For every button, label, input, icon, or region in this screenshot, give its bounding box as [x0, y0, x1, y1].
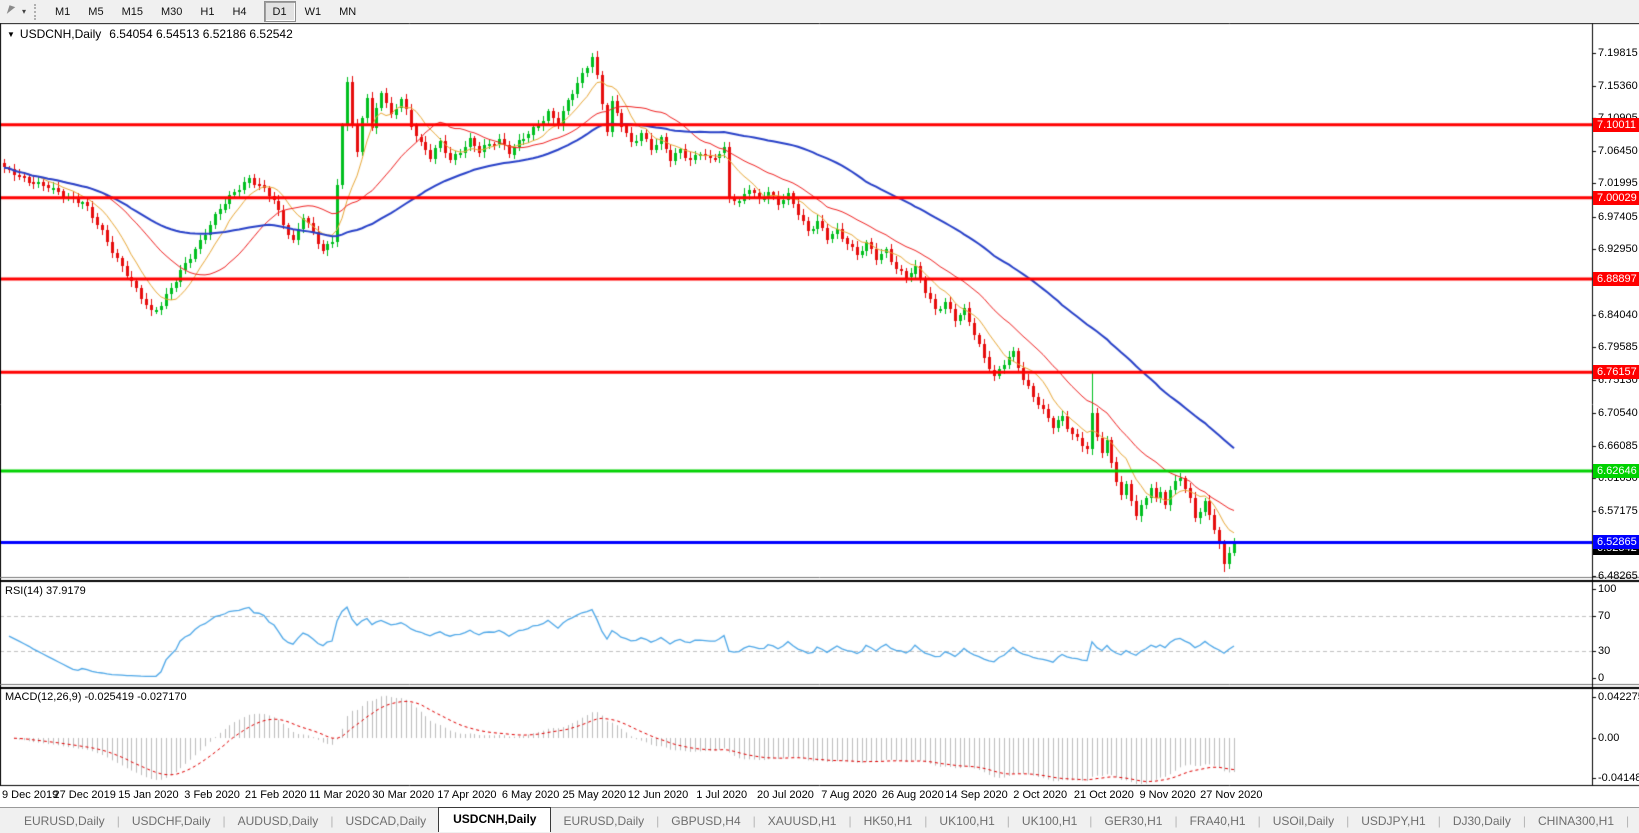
date-tick-label: 2 Oct 2020 [1013, 789, 1068, 801]
macd-panel-label: MACD(12,26,9) -0.025419 -0.027170 [5, 691, 187, 703]
date-tick-label: 27 Nov 2020 [1200, 789, 1263, 801]
timeframe-button-m5[interactable]: M5 [79, 1, 112, 22]
symbol-tab-usoil-h1[interactable]: USOil,H1 [1629, 810, 1639, 832]
symbol-tab-usdcad-daily[interactable]: USDCAD,Daily [333, 810, 438, 832]
date-tick-label: 21 Oct 2020 [1073, 789, 1134, 801]
date-tick-label: 20 Jul 2020 [756, 789, 814, 801]
date-tick-label: 1 Jul 2020 [696, 789, 748, 801]
symbol-tab-bar: EURUSD,Daily | USDCHF,Daily | AUDUSD,Daily | U… [0, 807, 1639, 833]
price-tick-label: 7.06450 [1598, 144, 1638, 157]
date-tick-label: 11 Mar 2020 [309, 789, 370, 801]
rsi-name: RSI(14) [5, 585, 43, 597]
timeframe-button-h4[interactable]: H4 [223, 1, 255, 22]
price-tick-label: 6.79585 [1598, 341, 1638, 354]
symbol-tab-xauusd-h1[interactable]: XAUUSD,H1 [756, 810, 849, 832]
symbol-tab-dj30-daily[interactable]: DJ30,Daily [1441, 810, 1523, 832]
rsi-panel-label: RSI(14) 37.9179 [5, 585, 86, 597]
hline-price-chip: 7.00029 [1593, 190, 1639, 205]
timeframe-button-w1[interactable]: W1 [296, 1, 331, 22]
timeframe-button-h1[interactable]: H1 [191, 1, 223, 22]
chart-ohlc-values: 6.54054 6.54513 6.52186 6.52542 [109, 27, 293, 41]
chart-title: ▼ USDCNH,Daily 6.54054 6.54513 6.52186 6.5… [7, 27, 293, 41]
symbol-tab-fra40-h1[interactable]: FRA40,H1 [1178, 810, 1258, 832]
symbol-tab-gbpusd-h4[interactable]: GBPUSD,H4 [659, 810, 752, 832]
date-tick-label: 26 Aug 2020 [881, 789, 944, 801]
rsi-tick-label: 70 [1598, 609, 1611, 622]
date-tick-label: 17 Apr 2020 [437, 789, 497, 801]
timeframe-button-d1[interactable]: D1 [263, 1, 296, 22]
date-tick-label: 30 Mar 2020 [372, 789, 435, 801]
symbol-tab-usdcnh-daily[interactable]: USDCNH,Daily [438, 807, 552, 832]
macd-tick-label: 0.00 [1598, 732, 1620, 744]
price-tick-label: 6.92950 [1598, 243, 1638, 256]
symbol-tab-uk100-h1[interactable]: UK100,H1 [927, 810, 1006, 832]
symbol-tab-uk100-h1[interactable]: UK100,H1 [1010, 810, 1089, 832]
symbol-tab-eurusd-daily[interactable]: EURUSD,Daily [12, 810, 117, 832]
price-tick-label: 6.84040 [1598, 308, 1638, 321]
price-tick-label: 7.15360 [1598, 79, 1638, 92]
macd-name: MACD(12,26,9) [5, 691, 82, 703]
hline-price-chip: 6.88897 [1593, 272, 1639, 286]
rsi-tick-label: 0 [1598, 672, 1605, 684]
cursor-tool-icon[interactable] [6, 4, 20, 19]
symbol-tab-china300-h1[interactable]: CHINA300,H1 [1526, 810, 1626, 832]
hline-price-chip: 6.76157 [1593, 365, 1639, 380]
hline-price-chip: 6.52865 [1593, 535, 1639, 550]
price-tick-label: 6.66085 [1598, 439, 1638, 452]
date-tick-label: 9 Nov 2020 [1139, 789, 1196, 801]
symbol-tab-usdjpy-h1[interactable]: USDJPY,H1 [1349, 810, 1437, 832]
chart-dropdown-icon[interactable]: ▼ [7, 30, 15, 39]
dropdown-caret-icon[interactable]: ▾ [22, 7, 26, 16]
symbol-tab-usoil-daily[interactable]: USOil,Daily [1261, 810, 1346, 832]
timeframe-button-m30[interactable]: M30 [152, 1, 191, 22]
symbol-tab-audusd-daily[interactable]: AUDUSD,Daily [226, 810, 331, 832]
date-tick-label: 15 Jan 2020 [118, 789, 179, 801]
date-tick-label: 3 Feb 2020 [184, 789, 240, 801]
date-tick-label: 25 May 2020 [562, 789, 627, 801]
symbol-tab-hk50-h1[interactable]: HK50,H1 [852, 810, 925, 832]
toolbar-grip[interactable] [34, 3, 42, 20]
symbol-tab-usdchf-daily[interactable]: USDCHF,Daily [120, 810, 223, 832]
chart-symbol-label: USDCNH,Daily [19, 27, 102, 41]
rsi-value: 37.9179 [45, 585, 86, 597]
chart-canvas[interactable] [0, 0, 1639, 833]
date-tick-label: 7 Aug 2020 [821, 789, 877, 801]
price-tick-label: 7.19815 [1598, 47, 1638, 59]
timeframe-button-m1[interactable]: M1 [46, 1, 79, 22]
date-tick-label: 6 May 2020 [501, 789, 560, 801]
price-tick-label: 6.48265 [1598, 570, 1638, 583]
timeframe-toolbar: ▾ M1 M5 M15 M30 H1 H4 D1 W1 MN [0, 0, 1639, 23]
date-tick-label: 12 Jun 2020 [627, 789, 689, 801]
symbol-tab-ger30-h1[interactable]: GER30,H1 [1092, 810, 1174, 832]
rsi-tick-label: 100 [1598, 583, 1617, 595]
symbol-tab-eurusd-daily[interactable]: EURUSD,Daily [551, 810, 656, 832]
date-tick-label: 14 Sep 2020 [945, 789, 1008, 801]
macd-tick-label: -0.04148 [1598, 772, 1639, 785]
hline-price-chip: 6.62646 [1593, 463, 1639, 478]
price-tick-label: 6.97405 [1598, 210, 1638, 223]
date-tick-label: 9 Dec 2019 [2, 789, 59, 801]
timeframe-button-m15[interactable]: M15 [113, 1, 152, 22]
rsi-tick-label: 30 [1598, 645, 1611, 658]
macd-tick-label: 0.042275 [1598, 691, 1639, 704]
macd-values: -0.025419 -0.027170 [84, 691, 187, 703]
price-tick-label: 6.70540 [1598, 407, 1638, 420]
timeframe-buttons: M1 M5 M15 M30 H1 H4 D1 W1 MN [46, 1, 373, 22]
price-tick-label: 6.57175 [1598, 504, 1638, 517]
date-tick-label: 27 Dec 2019 [53, 789, 116, 801]
timeframe-button-mn[interactable]: MN [330, 1, 365, 22]
hline-price-chip: 7.10011 [1593, 117, 1639, 132]
price-tick-label: 7.01995 [1598, 177, 1638, 190]
date-tick-label: 21 Feb 2020 [244, 789, 307, 801]
mt4-terminal: ▾ M1 M5 M15 M30 H1 H4 D1 W1 MN ▼ USDCNH,Daily 6.54… [0, 0, 1639, 833]
